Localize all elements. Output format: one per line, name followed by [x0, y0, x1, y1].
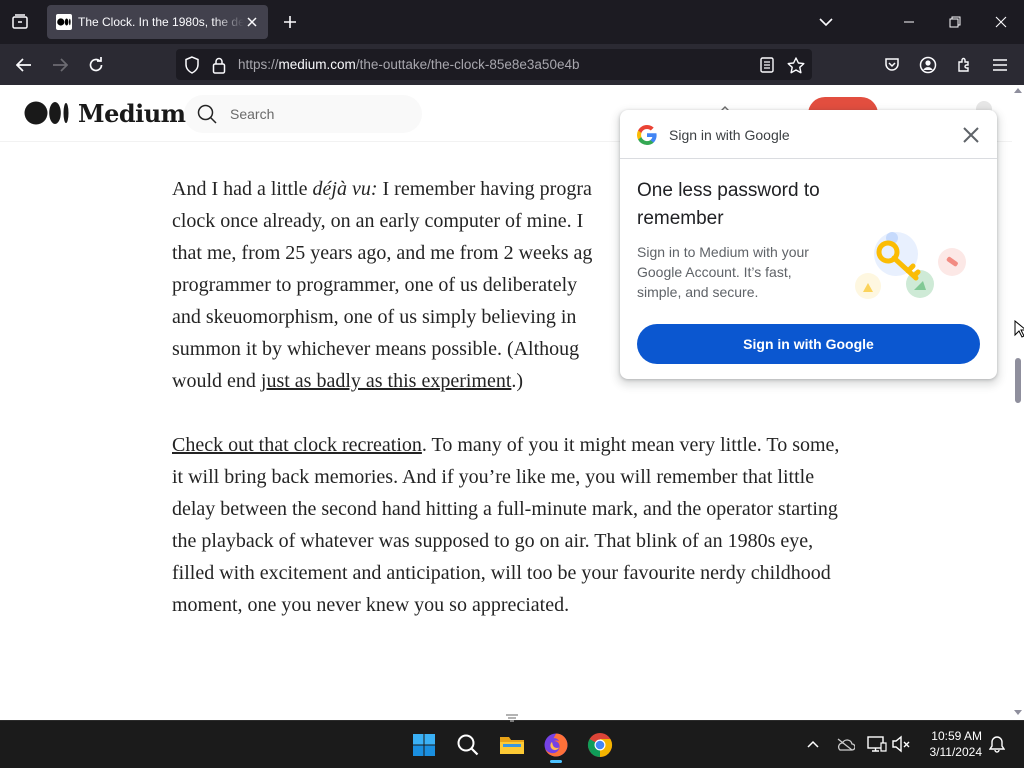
start-icon[interactable]: [404, 725, 444, 765]
onedrive-icon[interactable]: [834, 733, 856, 755]
article-paragraph: Check out that clock recreation. To many…: [172, 434, 840, 616]
firefox-icon[interactable]: [536, 725, 576, 765]
search-placeholder: Search: [230, 106, 275, 122]
file-explorer-icon[interactable]: [492, 725, 532, 765]
minimize-icon[interactable]: [886, 0, 932, 44]
scroll-up-icon[interactable]: [1014, 87, 1022, 93]
scrollbar-thumb[interactable]: [1015, 358, 1021, 403]
medium-logo[interactable]: Medium: [24, 98, 186, 128]
popup-title: One less password to remember: [637, 180, 820, 229]
reload-icon[interactable]: [83, 52, 109, 78]
show-hidden-icons-chevron-icon[interactable]: [802, 733, 824, 755]
popup-header-title: Sign in with Google: [669, 127, 790, 143]
key-illustration-icon: [855, 232, 966, 299]
google-sign-in-button[interactable]: Sign in with Google: [637, 324, 980, 364]
popup-description: Sign in to Medium with your Google Accou…: [637, 244, 809, 300]
list-all-tabs-chevron-icon[interactable]: [814, 10, 838, 34]
new-tab-icon[interactable]: [278, 10, 302, 34]
account-icon[interactable]: [915, 52, 941, 78]
network-icon[interactable]: [866, 733, 888, 755]
chrome-icon[interactable]: [580, 725, 620, 765]
hamburger-menu-icon[interactable]: [987, 52, 1013, 78]
experiment-link[interactable]: just as badly as this experiment: [261, 370, 512, 392]
scroll-down-icon[interactable]: [1014, 710, 1022, 716]
system-clock[interactable]: 10:59 AM 3/11/2024: [912, 728, 983, 760]
close-icon[interactable]: [961, 125, 981, 145]
medium-search-input[interactable]: Search: [184, 95, 422, 133]
clock-time: 10:59 AM: [931, 729, 982, 743]
url-text: https://medium.com/the-outtake/the-clock…: [238, 57, 580, 72]
tab-title: The Clock. In the 1980s, the dea: [78, 15, 244, 29]
clock-recreation-link[interactable]: Check out that clock recreation: [172, 434, 422, 456]
medium-logo-icon: [24, 101, 69, 125]
browser-tab-active[interactable]: The Clock. In the 1980s, the dea: [47, 5, 268, 39]
page-scrollbar[interactable]: [1012, 85, 1024, 720]
browser-nav-bar: https://medium.com/the-outtake/the-clock…: [0, 44, 1024, 85]
google-logo-icon: [637, 125, 657, 145]
bookmark-star-icon[interactable]: [786, 55, 806, 75]
restore-icon[interactable]: [932, 0, 978, 44]
lock-icon[interactable]: [209, 55, 229, 75]
mouse-cursor-icon: [1014, 320, 1024, 338]
address-bar[interactable]: https://medium.com/the-outtake/the-clock…: [176, 49, 812, 80]
popup-header: Sign in with Google: [620, 110, 997, 159]
medium-logo-text: Medium: [78, 98, 186, 128]
tab-close-icon[interactable]: [244, 14, 260, 30]
medium-favicon-icon: [56, 14, 72, 30]
windows-taskbar: 10:59 AM 3/11/2024: [0, 714, 1024, 768]
tab-list-icon[interactable]: [0, 0, 40, 44]
extensions-icon[interactable]: [951, 52, 977, 78]
active-app-indicator: [550, 760, 562, 763]
google-sign-in-popup: Sign in with Google One less password to…: [620, 110, 997, 379]
clock-date: 3/11/2024: [929, 745, 983, 759]
search-icon[interactable]: [448, 725, 488, 765]
search-icon: [197, 104, 217, 124]
back-arrow-icon[interactable]: [11, 52, 37, 78]
taskbar-preview-arrow-icon: [506, 714, 518, 722]
browser-tab-bar: The Clock. In the 1980s, the dea: [0, 0, 1024, 44]
forward-arrow-icon[interactable]: [47, 52, 73, 78]
notification-bell-icon[interactable]: [986, 733, 1008, 755]
shield-icon[interactable]: [182, 55, 202, 75]
close-window-icon[interactable]: [978, 0, 1024, 44]
reader-view-icon[interactable]: [757, 55, 777, 75]
pocket-icon[interactable]: [879, 52, 905, 78]
volume-muted-icon[interactable]: [890, 733, 912, 755]
